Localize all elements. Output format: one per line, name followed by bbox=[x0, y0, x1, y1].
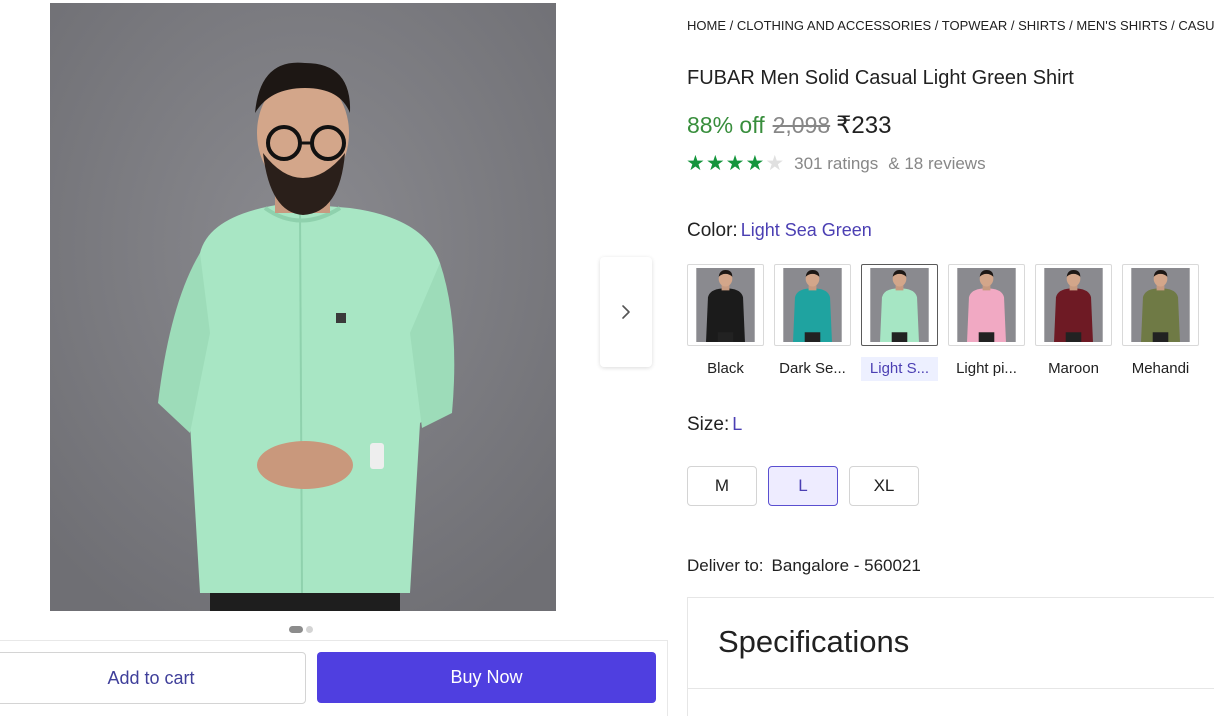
rating-stars: ★ ★ ★ ★ ★ bbox=[686, 153, 784, 174]
product-main-image[interactable] bbox=[50, 3, 556, 611]
color-label: Color: Light Sea Green bbox=[687, 220, 872, 242]
reviews-count[interactable]: & 18 reviews bbox=[888, 154, 985, 174]
add-to-cart-button[interactable]: Add to cart bbox=[0, 652, 306, 704]
size-option-m[interactable]: M bbox=[687, 466, 757, 506]
swatch-label: Light pi... bbox=[956, 360, 1017, 377]
swatch-thumbnail bbox=[1122, 264, 1199, 346]
color-swatch[interactable]: Light S... bbox=[861, 264, 938, 381]
swatch-thumbnail bbox=[948, 264, 1025, 346]
selected-color: Light Sea Green bbox=[740, 220, 872, 240]
swatch-label: Mehandi bbox=[1131, 360, 1190, 377]
model-thumbnail-image bbox=[1044, 268, 1103, 342]
swatch-label: Dark Se... bbox=[779, 360, 846, 377]
price-row: 88% off 2,098 ₹233 bbox=[687, 111, 891, 140]
deliver-label: Deliver to: bbox=[687, 556, 764, 575]
swatch-thumbnail bbox=[861, 264, 938, 346]
next-image-button[interactable] bbox=[600, 257, 652, 367]
breadcrumb-item[interactable]: CASUAL bbox=[1178, 18, 1214, 33]
product-title: FUBAR Men Solid Casual Light Green Shirt bbox=[687, 67, 1074, 89]
buy-now-button[interactable]: Buy Now bbox=[317, 652, 656, 703]
size-label: Size: L bbox=[687, 414, 742, 436]
breadcrumb-item[interactable]: CLOTHING AND ACCESSORIES bbox=[737, 18, 931, 33]
color-swatch[interactable]: Maroon bbox=[1035, 264, 1112, 381]
color-swatch[interactable]: Dark Se... bbox=[774, 264, 851, 381]
model-thumbnail-image bbox=[1131, 268, 1190, 342]
breadcrumb-item[interactable]: TOPWEAR bbox=[942, 18, 1008, 33]
swatch-label: Black bbox=[707, 360, 744, 377]
specifications-title: Specifications bbox=[718, 624, 910, 659]
rating-row: ★ ★ ★ ★ ★ 301 ratings & 18 reviews bbox=[686, 153, 986, 174]
color-swatch[interactable]: Light pi... bbox=[948, 264, 1025, 381]
size-options: M L XL bbox=[687, 466, 919, 506]
gallery-dots bbox=[289, 626, 313, 633]
model-thumbnail-image bbox=[957, 268, 1016, 342]
swatch-thumbnail bbox=[1035, 264, 1112, 346]
breadcrumb-item[interactable]: SHIRTS bbox=[1018, 18, 1065, 33]
star-icon: ★ bbox=[725, 152, 745, 175]
swatch-thumbnail bbox=[687, 264, 764, 346]
breadcrumb: HOME / CLOTHING AND ACCESSORIES / TOPWEA… bbox=[687, 18, 1214, 33]
breadcrumb-item[interactable]: HOME bbox=[687, 18, 726, 33]
model-photo bbox=[50, 3, 556, 611]
size-option-l[interactable]: L bbox=[768, 466, 838, 506]
size-option-xl[interactable]: XL bbox=[849, 466, 919, 506]
model-thumbnail-image bbox=[696, 268, 755, 342]
star-icon: ★ bbox=[686, 152, 705, 175]
swatch-label: Light S... bbox=[861, 357, 938, 381]
divider bbox=[688, 688, 1214, 689]
swatch-thumbnail bbox=[774, 264, 851, 346]
size-label-text: Size: bbox=[687, 414, 730, 435]
star-icon: ★ bbox=[765, 152, 785, 175]
delivery-row: Deliver to: Bangalore - 560021 bbox=[687, 556, 921, 576]
swatch-label: Maroon bbox=[1048, 360, 1099, 377]
star-icon: ★ bbox=[705, 152, 725, 175]
color-swatch[interactable]: Black bbox=[687, 264, 764, 381]
selling-price: ₹233 bbox=[836, 112, 892, 139]
chevron-right-icon bbox=[622, 305, 630, 319]
breadcrumb-item[interactable]: MEN'S SHIRTS bbox=[1076, 18, 1167, 33]
star-icon: ★ bbox=[745, 152, 765, 175]
color-label-text: Color: bbox=[687, 220, 738, 241]
ratings-count[interactable]: 301 ratings bbox=[794, 154, 878, 174]
delivery-location[interactable]: Bangalore - 560021 bbox=[772, 556, 921, 575]
gallery-dot[interactable] bbox=[306, 626, 313, 633]
gallery-dot-active[interactable] bbox=[289, 626, 303, 633]
color-swatches: Black Dark Se... Light S... Light pi... Maro… bbox=[687, 264, 1214, 381]
model-thumbnail-image bbox=[783, 268, 842, 342]
color-swatch[interactable]: Mehandi bbox=[1122, 264, 1199, 381]
selected-size: L bbox=[732, 414, 743, 434]
mrp-price: 2,098 bbox=[772, 112, 831, 138]
discount-text: 88% off bbox=[687, 112, 765, 138]
model-thumbnail-image bbox=[870, 268, 929, 342]
